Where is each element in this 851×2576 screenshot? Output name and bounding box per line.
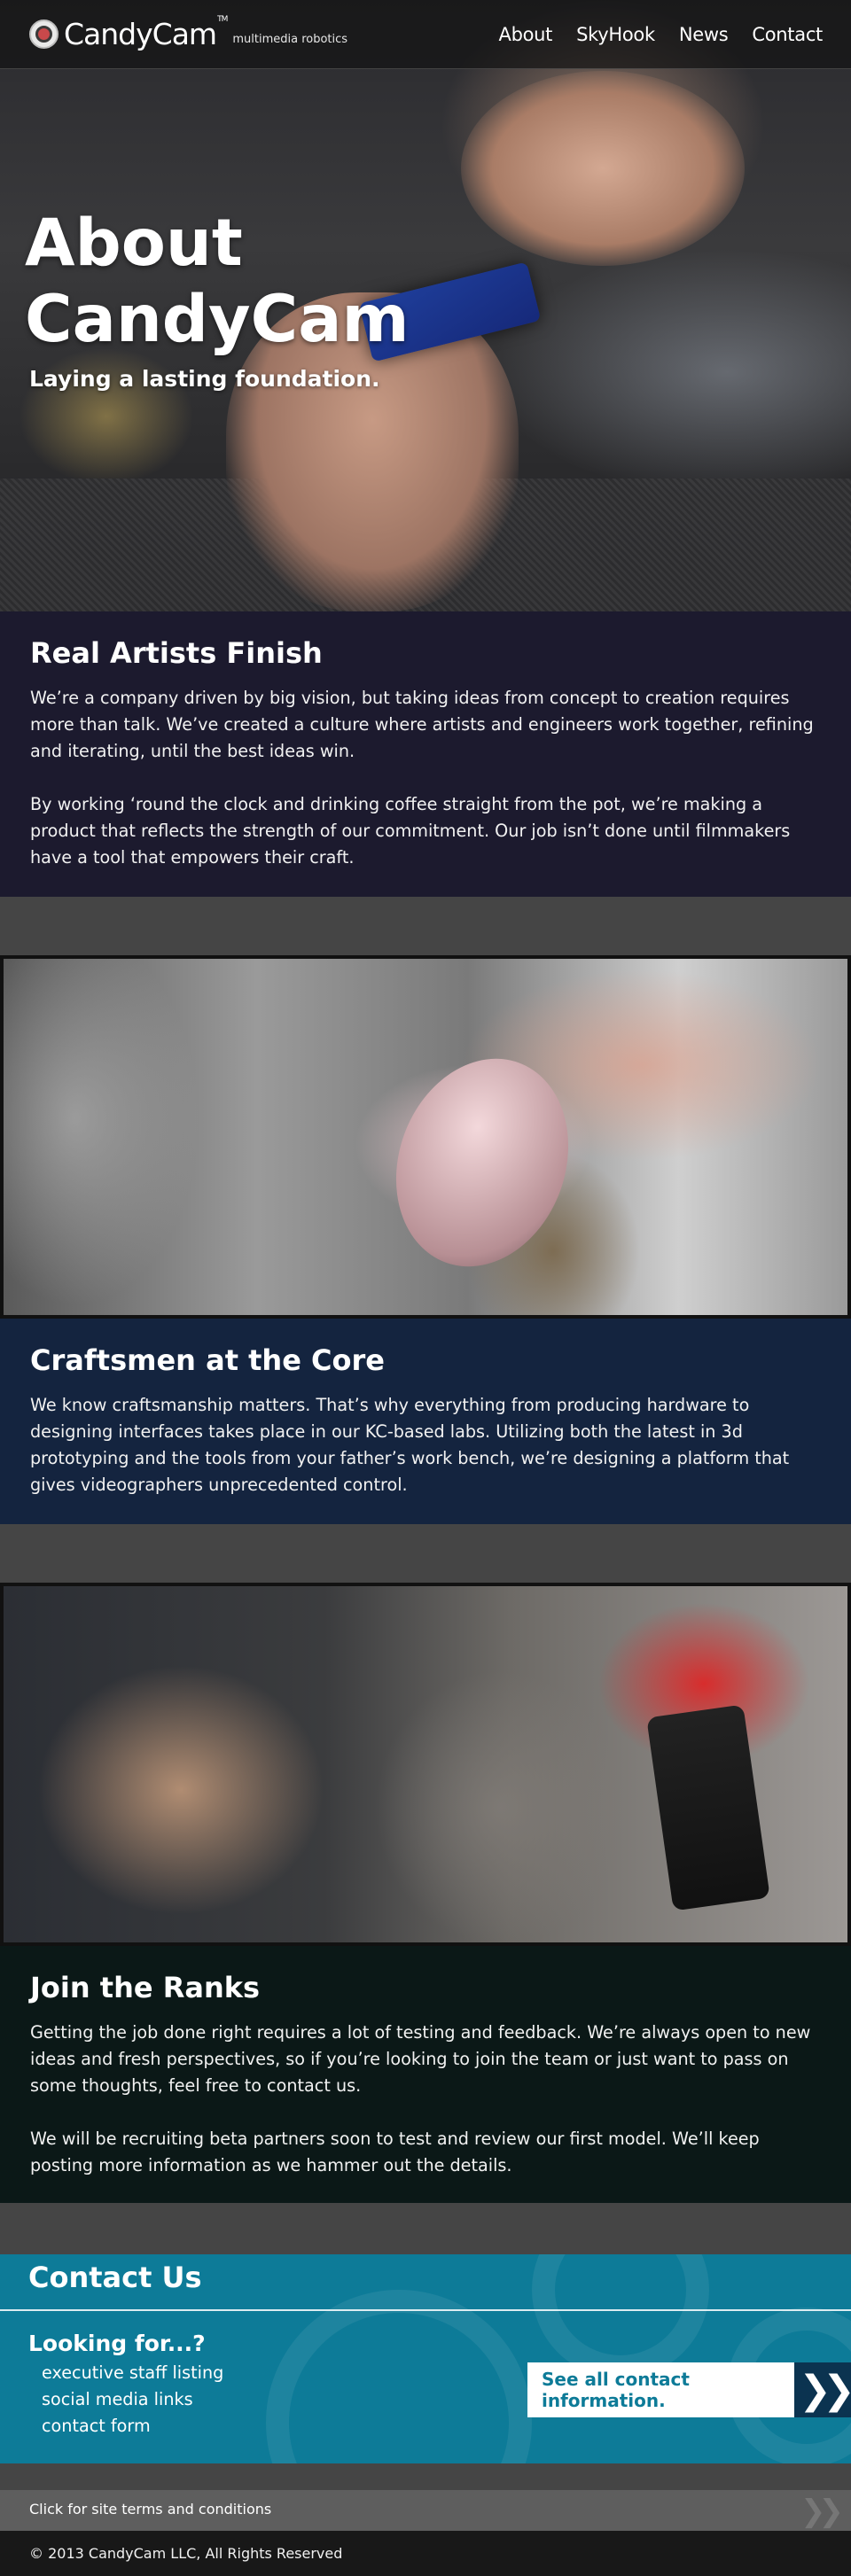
- contact-link-staff[interactable]: executive staff listing: [42, 2360, 223, 2386]
- section-paragraph: We’re a company driven by big vision, bu…: [30, 688, 814, 761]
- site-logo[interactable]: CandyCamTM multimedia robotics: [29, 15, 348, 51]
- logo-tagline: multimedia robotics: [232, 33, 348, 46]
- terms-bar[interactable]: Click for site terms and conditions ❯❯: [0, 2490, 851, 2531]
- contact-panel: Contact Us Looking for...? executive sta…: [0, 2254, 851, 2463]
- contact-links-list: executive staff listing social media lin…: [42, 2360, 223, 2440]
- terms-link[interactable]: Click for site terms and conditions: [29, 2501, 271, 2518]
- section-paragraph: By working ‘round the clock and drinking…: [30, 794, 791, 868]
- section-craftsmen-at-the-core: Craftsmen at the Core We know craftsmans…: [0, 1319, 851, 1524]
- site-header: CandyCamTM multimedia robotics About Sky…: [0, 0, 851, 69]
- section-paragraph: Getting the job done right requires a lo…: [30, 2022, 811, 2096]
- cta-label: See all contact information.: [527, 2362, 794, 2417]
- section-paragraph: We will be recruiting beta partners soon…: [30, 2129, 760, 2175]
- section-join-the-ranks: Join the Ranks Getting the job done righ…: [0, 1946, 851, 2203]
- nav-contact[interactable]: Contact: [752, 24, 823, 45]
- photo-machined-disc: [368, 1034, 597, 1291]
- photo-team-with-robot: [0, 1583, 851, 1946]
- nav-news[interactable]: News: [679, 24, 729, 45]
- contact-link-social[interactable]: social media links: [42, 2386, 223, 2413]
- logo-text: CandyCamTM: [64, 15, 228, 51]
- hero-title: About CandyCam: [25, 206, 410, 357]
- main-nav: About SkyHook News Contact: [475, 24, 824, 45]
- decorative-gear-shape: [532, 2254, 709, 2378]
- see-all-contact-button[interactable]: See all contact information. ❯❯: [527, 2362, 851, 2417]
- section-paragraph: We know craftsmanship matters. That’s wh…: [30, 1395, 790, 1495]
- hero-subtitle: Laying a lasting foundation.: [29, 366, 380, 392]
- divider: [0, 2309, 851, 2311]
- contact-title: Contact Us: [28, 2261, 202, 2294]
- double-chevron-right-icon: ❯❯: [800, 2494, 844, 2529]
- decorative-gear-shape: [266, 2290, 532, 2463]
- camera-lens-icon: [29, 19, 59, 49]
- nav-skyhook[interactable]: SkyHook: [576, 24, 655, 45]
- looking-for-heading: Looking for...?: [28, 2331, 206, 2356]
- nav-about[interactable]: About: [499, 24, 553, 45]
- copyright-text: © 2013 CandyCam LLC, All Rights Reserved: [29, 2545, 343, 2562]
- section-heading: Join the Ranks: [30, 1971, 261, 2004]
- section-heading: Craftsmen at the Core: [30, 1343, 385, 1377]
- section-real-artists-finish: Real Artists Finish We’re a company driv…: [0, 611, 851, 897]
- site-footer: © 2013 CandyCam LLC, All Rights Reserved: [0, 2531, 851, 2576]
- contact-link-form[interactable]: contact form: [42, 2413, 223, 2440]
- photo-robot-rig: [646, 1704, 770, 1911]
- double-chevron-right-icon: ❯❯: [794, 2362, 851, 2417]
- hero-banner: About CandyCam Laying a lasting foundati…: [0, 0, 851, 611]
- photo-craftsman-hands: [0, 955, 851, 1319]
- section-heading: Real Artists Finish: [30, 636, 323, 670]
